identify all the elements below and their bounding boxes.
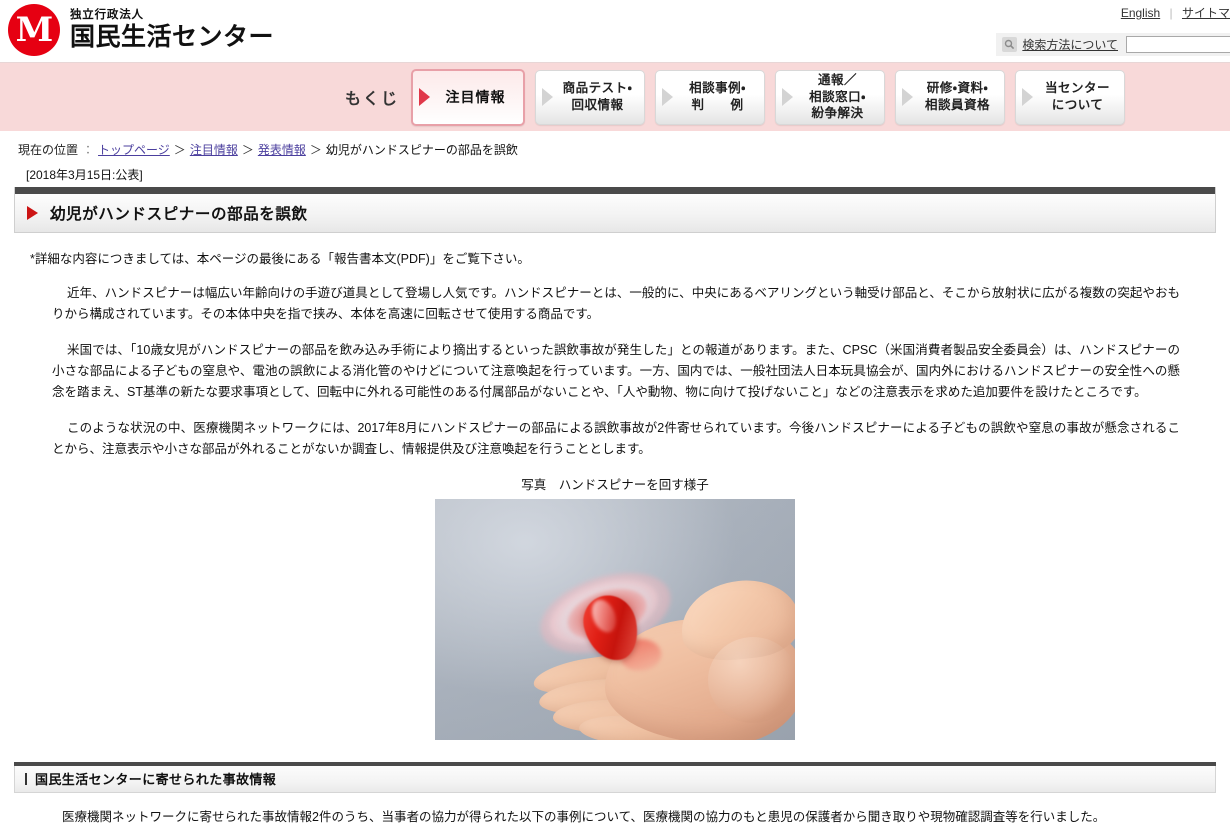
chevron-right-icon [419,88,431,106]
publication-date: [2018年3月15日:公表] [26,168,143,183]
section-title: 国民生活センターに寄せられた事故情報 [35,772,277,788]
search-help-link[interactable]: 検索方法について [1022,36,1118,53]
link-divider: | [1169,6,1173,20]
triangle-right-icon [27,206,38,221]
section-paragraph: 医療機関ネットワークに寄せられた事故情報2件のうち、当事者の協力が得られた以下の… [62,809,1106,824]
nav-item-label: 通報／ 相談窓口・ 紛争解決 [809,72,866,121]
main-content: *詳細な内容につきましては、本ページの最後にある「報告書本文(PDF)」をご覧下… [0,248,1230,740]
breadcrumb-label: 現在の位置 [18,143,79,157]
logo-title: 国民生活センター [70,23,275,52]
breadcrumb-item-announcements[interactable]: 発表情報 [258,143,306,157]
knuckle-highlight [708,636,795,723]
header-search-area: 検索方法について [996,33,1230,56]
sitemap-link[interactable]: サイトマ [1182,6,1230,20]
page-title: 幼児がハンドスピナーの部品を誤飲 [50,206,308,224]
pdf-note: *詳細な内容につきましては、本ページの最後にある「報告書本文(PDF)」をご覧下… [30,252,530,267]
search-input[interactable] [1126,36,1230,53]
nav-item-label: 商品テスト・ 回収情報 [562,81,633,112]
nav-item-training-materials[interactable]: 研修・資料・ 相談員資格 [895,69,1006,125]
nav-item-label: 注目情報 [445,88,506,105]
nav-item-report-desk[interactable]: 通報／ 相談窓口・ 紛争解決 [775,69,886,125]
nav-item-featured[interactable]: 注目情報 [411,68,526,126]
magnifier-icon [1002,37,1018,52]
site-header: M 独立行政法人 国民生活センター English | サイトマ 検索方法につい… [0,0,1230,63]
nav-menu-label: もくじ [345,91,400,108]
chevron-right-icon [542,88,554,106]
photo-caption: 写真 ハンドスピナーを回す様子 [521,477,709,492]
accident-info-section: 国民生活センターに寄せられた事故情報 医療機関ネットワークに寄せられた事故情報2… [14,761,1216,827]
nav-item-consultation-cases[interactable]: 相談事例・ 判 例 [655,69,766,125]
page-title-bar: 幼児がハンドスピナーの部品を誤飲 [15,194,1215,233]
breadcrumb-item-featured[interactable]: 注目情報 [190,143,238,157]
breadcrumb-item-current: 幼児がハンドスピナーの部品を誤飲 [325,143,518,157]
logo-m-glyph: M [15,10,54,50]
breadcrumb-separator: ＞ [309,143,322,157]
chevron-right-icon [782,88,794,106]
breadcrumb-separator: ＞ [241,143,254,157]
breadcrumb-colon: ： [82,143,95,157]
chevron-right-icon [902,88,914,106]
nav-item-product-test[interactable]: 商品テスト・ 回収情報 [535,69,646,125]
nav-item-label: 当センター について [1045,81,1111,112]
photo-block: 写真 ハンドスピナーを回す様子 [14,474,1216,740]
chevron-right-icon [662,88,674,106]
title-top-rule [15,187,1215,195]
chevron-right-icon [1022,88,1034,106]
hand-spinner-photo [435,498,795,740]
main-navigation: もくじ 注目情報 商品テスト・ 回収情報 相談事例・ 判 例 通報／ 相談窓口・… [0,63,1230,131]
section-header: 国民生活センターに寄せられた事故情報 [14,765,1216,793]
breadcrumb: 現在の位置：トップページ＞注目情報＞発表情報＞幼児がハンドスピナーの部品を誤飲 [18,141,1230,160]
logo-mark-icon: M [8,4,60,56]
site-logo[interactable]: M 独立行政法人 国民生活センター [8,4,274,56]
nav-item-label: 研修・資料・ 相談員資格 [925,81,991,112]
logo-subtitle: 独立行政法人 [70,8,144,21]
section-tick-icon [25,772,27,785]
page-title-container: 幼児がハンドスピナーの部品を誤飲 [14,187,1216,234]
logo-text: 独立行政法人 国民生活センター [70,8,275,52]
nav-item-label: 相談事例・ 判 例 [689,81,746,112]
nav-item-about-center[interactable]: 当センター について [1015,69,1126,125]
english-link[interactable]: English [1121,6,1160,20]
header-utility-links: English | サイトマ [1121,4,1230,21]
breadcrumb-item-top[interactable]: トップページ [98,143,170,157]
body-paragraph: 近年、ハンドスピナーは幅広い年齢向けの手遊び道具として登場し人気です。ハンドスピ… [52,286,1180,321]
breadcrumb-separator: ＞ [173,143,186,157]
body-paragraph: このような状況の中、医療機関ネットワークには、2017年8月にハンドスピナーの部… [52,421,1180,456]
body-paragraph: 米国では、「10歳女児がハンドスピナーの部品を飲み込み手術により摘出するといった… [52,343,1180,399]
